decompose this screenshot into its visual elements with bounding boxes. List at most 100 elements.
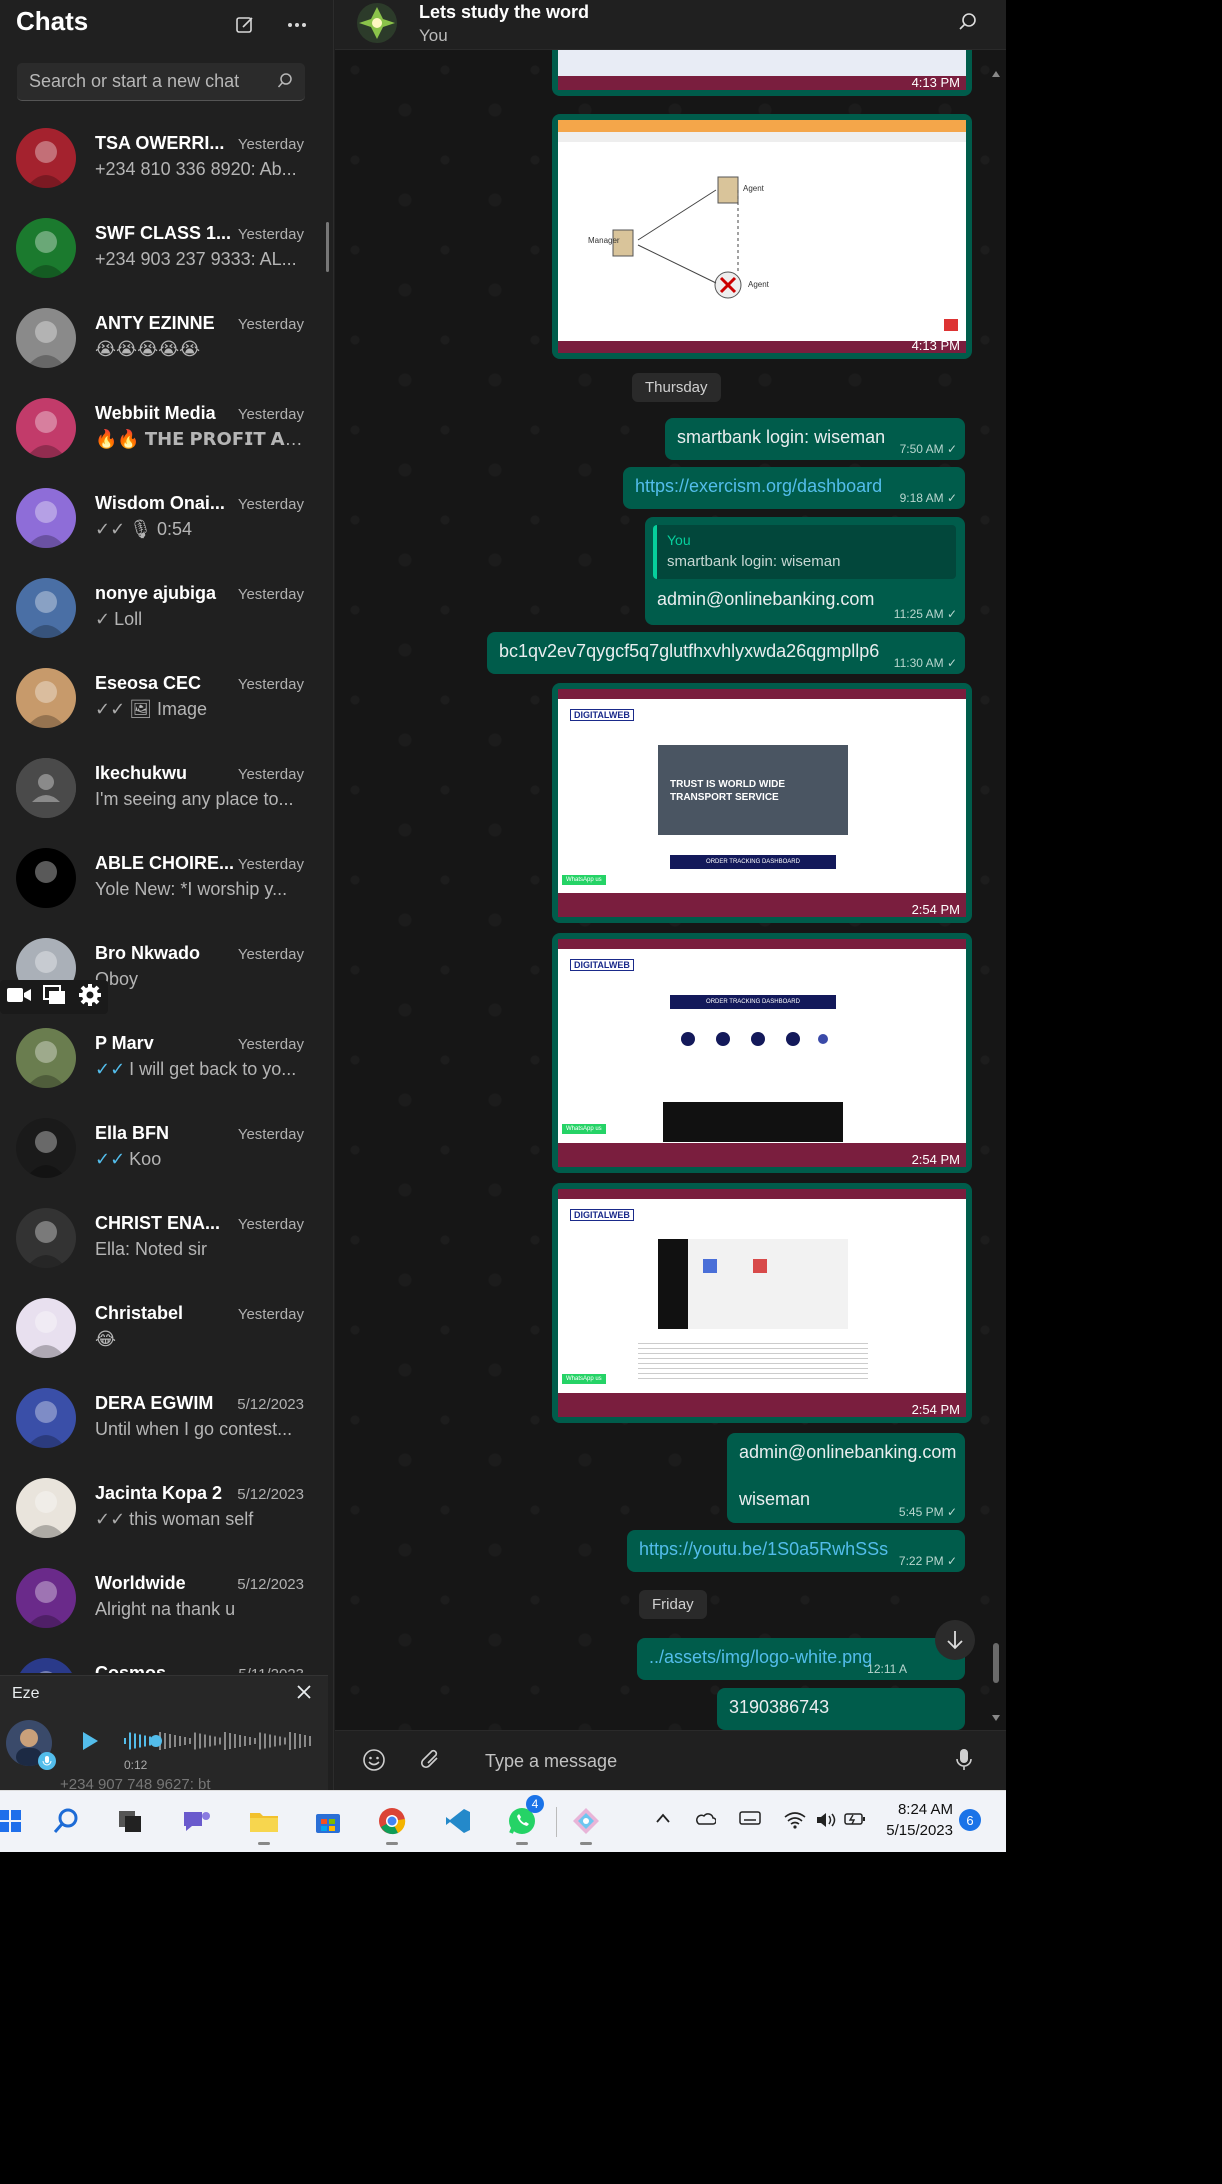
read-receipt-icon: ✓✓ bbox=[95, 1059, 126, 1079]
outgoing-message[interactable]: https://youtu.be/1S0a5RwhSSs 7:22 PM ✓ bbox=[627, 1530, 965, 1572]
chat-preview: Yole New: *I worship y... bbox=[95, 879, 305, 900]
voice-note-duration: 0:12 bbox=[124, 1758, 148, 1772]
chat-list-item[interactable]: CHRIST ENA... Yesterday Ella: Noted sir bbox=[0, 1193, 333, 1283]
emoji-icon[interactable] bbox=[362, 1748, 386, 1777]
message-text: wiseman bbox=[739, 1489, 811, 1509]
task-view-icon[interactable] bbox=[110, 1801, 150, 1841]
git-icon[interactable] bbox=[566, 1801, 606, 1845]
chat-list-item[interactable]: DERA EGWIM 5/12/2023 Until when I go conte… bbox=[0, 1373, 333, 1463]
notification-count-badge[interactable]: 6 bbox=[959, 1809, 981, 1831]
image-message[interactable]: Manager Agent Agent 4:13 PM bbox=[552, 114, 972, 359]
screen-share-icon[interactable] bbox=[42, 984, 67, 1010]
microphone-icon[interactable] bbox=[955, 1748, 973, 1777]
chat-list-item[interactable]: TSA OWERRI... Yesterday +234 810 336 8920:… bbox=[0, 113, 333, 203]
avatar bbox=[16, 488, 76, 548]
image-message[interactable]: DIGITALWEB TRUST IS WORLD WIDE TRANSPORT… bbox=[552, 683, 972, 923]
wifi-icon[interactable] bbox=[784, 1811, 806, 1834]
chat-list-item[interactable]: ABLE CHOIRE... Yesterday Yole New: *I wors… bbox=[0, 833, 333, 923]
image-message[interactable]: DIGITALWEB ORDER TRACKING DASHBOARD What… bbox=[552, 933, 972, 1173]
search-input[interactable] bbox=[17, 71, 257, 92]
read-receipt-icon: ✓✓ bbox=[95, 1149, 126, 1169]
outgoing-message[interactable]: ../assets/img/logo-white.png 12:11 A bbox=[637, 1638, 965, 1680]
keyboard-icon[interactable] bbox=[739, 1811, 761, 1830]
whatsapp-taskbar-icon[interactable]: 4 bbox=[502, 1795, 544, 1845]
chat-list-item[interactable]: SWF CLASS 1... Yesterday +234 903 237 9333… bbox=[0, 203, 333, 293]
chat-name: TSA OWERRI... bbox=[95, 133, 225, 153]
chevron-up-icon[interactable] bbox=[655, 1811, 671, 1829]
settings-gear-icon[interactable] bbox=[78, 983, 102, 1012]
chat-preview-text: Koo bbox=[129, 1149, 162, 1169]
chat-name: Webbiit Media bbox=[95, 403, 216, 423]
chat-list-item[interactable]: Jacinta Kopa 2 5/12/2023 ✓✓ this woman self bbox=[0, 1463, 333, 1553]
more-options-icon[interactable] bbox=[282, 10, 312, 40]
outgoing-message[interactable]: bc1qv2ev7qygcf5q7glutfhxvhlyxwda26qgmpll… bbox=[487, 632, 965, 674]
message-link[interactable]: ../assets/img/logo-white.png bbox=[649, 1647, 872, 1668]
image-message[interactable]: DIGITALWEB WhatsApp us 2:54 PM bbox=[552, 1183, 972, 1423]
scroll-up-arrow-icon[interactable] bbox=[991, 70, 1001, 78]
outgoing-reply-message[interactable]: You smartbank login: wiseman admin@onlin… bbox=[645, 517, 965, 625]
chat-list-item[interactable]: Ella BFN Yesterday ✓✓ Koo bbox=[0, 1103, 333, 1193]
message-link[interactable]: https://youtu.be/1S0a5RwhSSs bbox=[639, 1539, 888, 1560]
outgoing-message[interactable]: smartbank login: wiseman 7:50 AM ✓ bbox=[665, 418, 965, 460]
chat-preview: ✓✓ this woman self bbox=[95, 1509, 305, 1530]
whatsapp-window: Chats TSA OWERRI... Yesterday +234 810 336… bbox=[0, 0, 1006, 1852]
group-avatar[interactable] bbox=[357, 3, 397, 43]
chat-name: DERA EGWIM bbox=[95, 1393, 214, 1413]
microsoft-store-icon[interactable] bbox=[308, 1801, 348, 1841]
message-link[interactable]: https://exercism.org/dashboard bbox=[635, 476, 882, 497]
chat-list-item[interactable]: Cosmos 5/11/2023 bbox=[0, 1643, 333, 1673]
avatar bbox=[16, 1118, 76, 1178]
chat-list-item[interactable]: Webbiit Media Yesterday 🔥🔥 𝗧𝗛𝗘 𝗣𝗥𝗢𝗙𝗜𝗧 𝗔𝗜..… bbox=[0, 383, 333, 473]
chrome-icon[interactable] bbox=[372, 1801, 412, 1845]
chat-list-item[interactable]: Ikechukwu Yesterday I'm seeing any place t… bbox=[0, 743, 333, 833]
chat-preview-text: 😭😭😭😭😭 bbox=[95, 339, 201, 359]
waveform-bar bbox=[144, 1735, 146, 1747]
video-camera-icon[interactable] bbox=[6, 986, 32, 1009]
date-divider: Thursday bbox=[632, 373, 721, 402]
scroll-down-arrow-icon[interactable] bbox=[991, 1714, 1001, 1722]
scroll-down-button[interactable] bbox=[935, 1620, 975, 1660]
file-explorer-icon[interactable] bbox=[244, 1801, 284, 1845]
outgoing-message[interactable]: 3190386743 bbox=[717, 1688, 965, 1730]
chat-list-item[interactable]: Christabel Yesterday 😂 bbox=[0, 1283, 333, 1373]
search-icon[interactable] bbox=[277, 73, 293, 94]
waveform-bar bbox=[289, 1732, 291, 1750]
battery-icon[interactable] bbox=[844, 1811, 866, 1832]
chat-preview: Ella: Noted sir bbox=[95, 1239, 305, 1260]
close-icon[interactable] bbox=[294, 1682, 314, 1707]
chat-list-item[interactable]: P Marv Yesterday ✓✓ I will get back to yo..… bbox=[0, 1013, 333, 1103]
chat-list-item[interactable]: Eseosa CEC Yesterday ✓✓ 🖼 Image bbox=[0, 653, 333, 743]
chat-list-item[interactable]: ANTY EZINNE Yesterday 😭😭😭😭😭 bbox=[0, 293, 333, 383]
image-message[interactable]: 4:13 PM bbox=[552, 50, 972, 96]
waveform[interactable] bbox=[124, 1728, 314, 1754]
sidebar-scrollbar[interactable] bbox=[326, 222, 329, 272]
new-chat-icon[interactable] bbox=[230, 10, 260, 40]
outgoing-message[interactable]: admin@onlinebanking.com wiseman 5:45 PM … bbox=[727, 1433, 965, 1523]
chat-preview: ✓✓ Koo bbox=[95, 1149, 305, 1170]
search-icon[interactable] bbox=[958, 12, 978, 37]
chat-list-item[interactable]: nonye ajubiga Yesterday ✓ Loll bbox=[0, 563, 333, 653]
clock-time[interactable]: 8:24 AM bbox=[885, 1801, 953, 1818]
chat-list-item[interactable]: Worldwide 5/12/2023 Alright na thank u bbox=[0, 1553, 333, 1643]
avatar bbox=[16, 128, 76, 188]
chat-scrollbar[interactable] bbox=[993, 1643, 999, 1683]
message-time: 9:18 AM bbox=[899, 491, 944, 505]
quoted-message[interactable]: You smartbank login: wiseman bbox=[653, 525, 956, 579]
play-icon[interactable] bbox=[80, 1730, 100, 1757]
outgoing-message[interactable]: https://exercism.org/dashboard 9:18 AM ✓ bbox=[623, 467, 965, 509]
clock-date[interactable]: 5/15/2023 bbox=[870, 1822, 953, 1839]
search-icon[interactable] bbox=[46, 1801, 86, 1841]
attach-icon[interactable] bbox=[420, 1748, 442, 1777]
onedrive-icon[interactable] bbox=[694, 1811, 717, 1830]
vscode-icon[interactable] bbox=[438, 1801, 478, 1841]
message-input[interactable] bbox=[485, 1745, 885, 1777]
start-icon[interactable] bbox=[0, 1801, 30, 1841]
read-receipt-icon: ✓ bbox=[95, 609, 111, 629]
volume-icon[interactable] bbox=[815, 1811, 837, 1834]
chat-header[interactable]: Lets study the word You bbox=[335, 0, 1006, 50]
message-time: 11:25 AM bbox=[893, 607, 944, 621]
teams-chat-icon[interactable] bbox=[176, 1801, 216, 1841]
chat-preview-text: +234 810 336 8920: Ab... bbox=[95, 159, 297, 179]
search-box bbox=[17, 63, 305, 101]
chat-list-item[interactable]: Wisdom Onai... Yesterday ✓✓ 🎙 0:54 bbox=[0, 473, 333, 563]
